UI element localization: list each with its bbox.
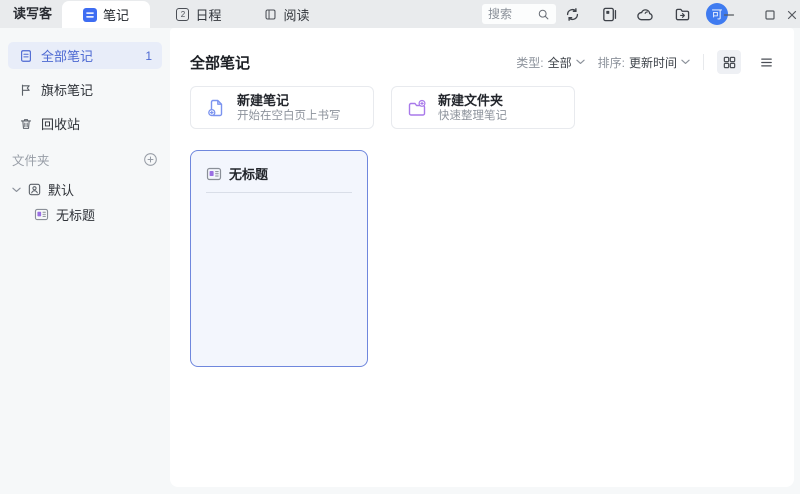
sidebar-item-recycle-bin[interactable]: 回收站 xyxy=(8,110,162,137)
tab-notes[interactable]: 笔记 xyxy=(62,1,150,28)
folder-item-default[interactable]: 默认 xyxy=(8,177,162,202)
sync-button[interactable] xyxy=(563,5,581,23)
notebook-icon xyxy=(601,6,618,23)
new-folder-subtitle: 快速整理笔记 xyxy=(438,109,507,122)
new-note-button[interactable]: 新建笔记 开始在空白页上书写 xyxy=(190,86,374,129)
close-icon xyxy=(786,9,798,21)
page-title: 全部笔记 xyxy=(190,54,251,72)
divider xyxy=(206,192,352,193)
new-note-title: 新建笔记 xyxy=(237,92,290,108)
book-icon xyxy=(264,8,277,21)
sidebar-item-all-notes[interactable]: 全部笔记 1 xyxy=(8,42,162,69)
chevron-down-icon[interactable] xyxy=(12,187,21,193)
quick-actions: 新建笔记 开始在空白页上书写 新建文件夹 快速整理笔记 xyxy=(190,86,575,129)
type-filter-dropdown[interactable]: 类型: 全部 xyxy=(516,54,585,71)
maximize-icon xyxy=(764,9,776,21)
tab-schedule-label: 日程 xyxy=(195,8,222,23)
trash-icon xyxy=(19,117,33,131)
cloud-button[interactable] xyxy=(636,5,654,23)
sort-filter-value: 更新时间 xyxy=(628,55,677,70)
tab-notes-label: 笔记 xyxy=(102,8,129,23)
document-icon xyxy=(19,49,33,63)
divider xyxy=(703,54,704,70)
folders-section: 文件夹 xyxy=(12,150,158,169)
notebook-button[interactable] xyxy=(600,5,618,23)
sync-icon xyxy=(564,6,581,23)
folder-share-icon xyxy=(674,7,691,22)
note-card-title: 无标题 xyxy=(229,167,269,182)
add-folder-button[interactable] xyxy=(143,152,158,167)
user-folder-icon xyxy=(27,182,42,197)
cloud-icon xyxy=(636,7,655,22)
sidebar: 全部笔记 1 旗标笔记 回收站 文件夹 默认 无标题 xyxy=(0,28,170,494)
maximize-button[interactable] xyxy=(763,8,776,21)
list-view-icon xyxy=(759,55,774,70)
sidebar-item-flagged-notes[interactable]: 旗标笔记 xyxy=(8,76,162,103)
tab-reading[interactable]: 阅读 xyxy=(248,1,326,28)
main-panel: 全部笔记 类型: 全部 排序: 更新时间 新建笔记 开始在空白页上书写 新建文件… xyxy=(170,28,794,487)
sort-filter-label: 排序: xyxy=(597,55,625,70)
sidebar-item-label: 全部笔记 xyxy=(41,49,94,64)
folder-share-button[interactable] xyxy=(673,5,691,23)
close-button[interactable] xyxy=(785,8,798,21)
sort-filter-dropdown[interactable]: 排序: 更新时间 xyxy=(598,54,690,71)
app-name: 读写客 xyxy=(13,6,53,21)
search-icon xyxy=(537,8,550,21)
tree-note-item[interactable]: 无标题 xyxy=(8,202,162,227)
main-header: 全部笔记 类型: 全部 排序: 更新时间 xyxy=(190,50,778,74)
list-view-button[interactable] xyxy=(754,50,778,74)
chevron-down-icon xyxy=(575,59,585,65)
grid-view-button[interactable] xyxy=(717,50,741,74)
type-filter-label: 类型: xyxy=(516,55,544,70)
tab-schedule[interactable]: 2 日程 xyxy=(158,1,240,28)
chevron-down-icon xyxy=(681,59,690,65)
note-icon xyxy=(34,208,49,221)
grid-view-icon xyxy=(722,55,737,70)
note-card-untitled[interactable]: 无标题 xyxy=(190,150,368,367)
new-note-icon xyxy=(206,98,226,118)
tab-reading-label: 阅读 xyxy=(283,8,310,23)
calendar-icon: 2 xyxy=(176,8,190,21)
minimize-button[interactable] xyxy=(722,8,735,21)
sidebar-item-label: 旗标笔记 xyxy=(41,83,94,98)
flag-icon xyxy=(19,83,33,97)
search-input[interactable] xyxy=(488,7,537,21)
minimize-icon xyxy=(723,9,735,21)
folders-section-label: 文件夹 xyxy=(12,154,50,168)
new-folder-icon xyxy=(407,99,427,117)
new-note-subtitle: 开始在空白页上书写 xyxy=(237,109,341,122)
search-box[interactable] xyxy=(482,4,556,24)
notes-tab-icon xyxy=(82,7,97,22)
sidebar-item-label: 回收站 xyxy=(41,117,81,132)
tree-note-label: 无标题 xyxy=(56,208,96,223)
folder-label: 默认 xyxy=(48,183,75,198)
note-count-badge: 1 xyxy=(145,48,152,63)
note-icon xyxy=(206,167,222,181)
type-filter-value: 全部 xyxy=(547,55,572,70)
new-folder-button[interactable]: 新建文件夹 快速整理笔记 xyxy=(391,86,575,129)
new-folder-title: 新建文件夹 xyxy=(438,92,504,108)
titlebar: 读写客 笔记 2 日程 阅读 搜索 可 xyxy=(0,0,800,28)
